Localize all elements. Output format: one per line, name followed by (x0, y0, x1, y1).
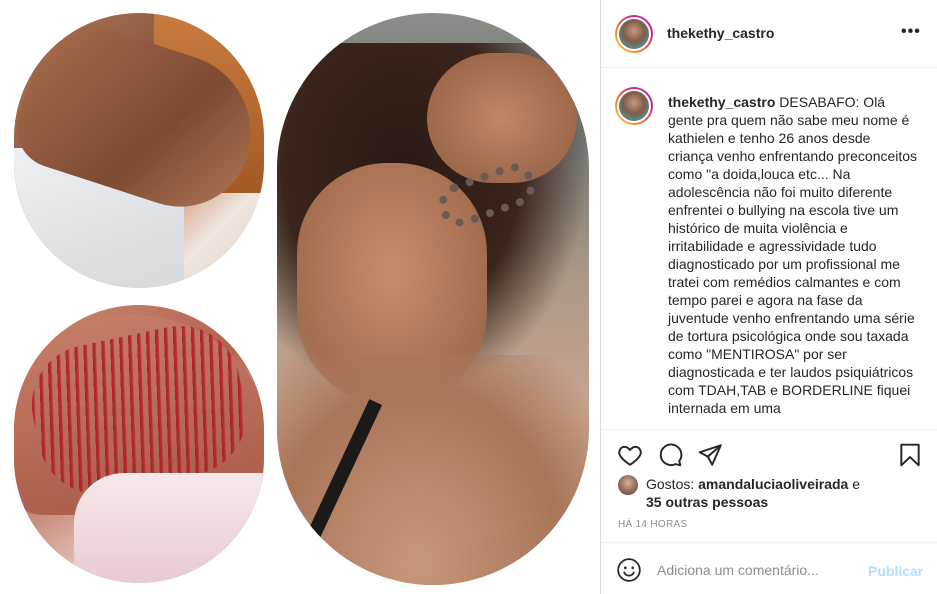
action-bar (601, 431, 937, 476)
first-liker-link[interactable]: amandaluciaoliveirada (698, 476, 848, 492)
comment-input[interactable] (657, 558, 857, 582)
publish-button[interactable]: Publicar (868, 563, 923, 579)
bookmark-icon[interactable] (897, 442, 923, 468)
caption-area[interactable]: thekethy_castro DESABAFO: Olá gente pra … (601, 69, 937, 430)
heart-icon[interactable] (617, 442, 643, 468)
arm-wounds-photo (14, 305, 264, 583)
likes-joiner: e (848, 476, 861, 492)
wrist-photo (14, 13, 264, 288)
other-likers-link[interactable]: 35 outras pessoas (646, 493, 768, 511)
caption-username[interactable]: thekethy_castro (668, 94, 775, 110)
post-header: thekethy_castro ••• (601, 0, 937, 68)
post-timestamp[interactable]: HÁ 14 HORAS (618, 519, 687, 530)
caption: thekethy_castro DESABAFO: Olá gente pra … (668, 93, 918, 417)
caption-author-avatar[interactable] (615, 87, 653, 125)
portrait-photo (277, 13, 589, 585)
post-media[interactable] (0, 0, 601, 594)
smiley-icon[interactable] (616, 557, 642, 583)
likes-line: Gostos: amandaluciaoliveirada e (646, 475, 860, 493)
comment-icon[interactable] (657, 442, 683, 468)
liker-avatar[interactable] (618, 475, 638, 495)
caption-text: DESABAFO: Olá gente pra quem não sabe me… (668, 94, 918, 416)
post-sidebar: thekethy_castro ••• thekethy_castro DESA… (601, 0, 937, 594)
comment-bar: Publicar (601, 542, 937, 594)
author-username[interactable]: thekethy_castro (667, 25, 774, 41)
paper-plane-icon[interactable] (697, 442, 723, 468)
likes-prefix: Gostos: (646, 476, 699, 492)
author-avatar[interactable] (615, 15, 653, 53)
more-options-icon[interactable]: ••• (901, 24, 923, 44)
